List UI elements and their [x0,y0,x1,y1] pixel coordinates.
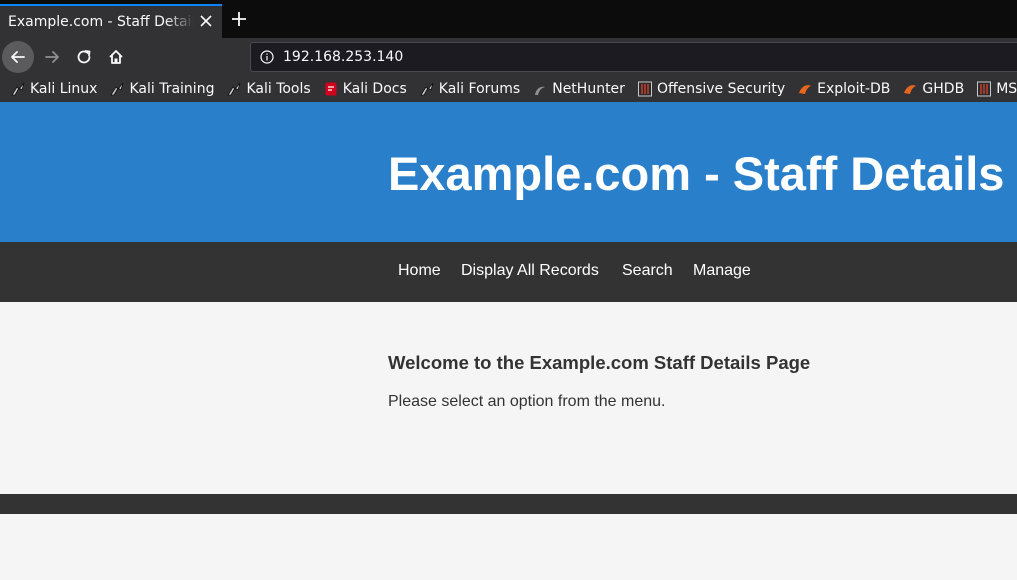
exploit-db-icon [902,81,918,97]
web-page: Example.com - Staff Details Home Display… [0,102,1017,580]
site-title: Example.com - Staff Details [388,147,1005,200]
kali-dragon-icon [10,81,26,97]
back-button[interactable] [2,41,34,73]
nav-toolbar: 192.168.253.140 [0,38,1017,76]
close-tab-icon[interactable] [198,13,214,29]
home-button[interactable] [100,41,132,73]
forward-arrow-icon [45,51,59,63]
bookmark-item[interactable]: Kali Tools [226,81,311,97]
bookmarks-bar: Kali Linux Kali Training Kali Tools Kali Do… [0,76,1017,102]
site-info-icon[interactable] [260,50,274,64]
bookmark-label: Kali Training [129,81,215,97]
bookmark-item[interactable]: Kali Docs [323,81,407,97]
kali-docs-icon [323,81,339,97]
bookmark-label: NetHunter [552,81,625,97]
nav-link-home[interactable]: Home [398,262,441,280]
bookmark-label: Kali Forums [438,81,521,97]
kali-dragon-icon [109,81,125,97]
bookmark-label: MSFU [996,81,1017,97]
kali-dragon-icon [226,81,242,97]
bookmark-label: Kali Linux [30,81,98,97]
tab-strip: Example.com - Staff Details [0,0,1017,38]
site-header: Example.com - Staff Details [0,102,1017,242]
welcome-text: Please select an option from the menu. [388,393,666,410]
bookmark-label: Kali Tools [246,81,311,97]
nethunter-icon [532,81,548,97]
nav-link-search[interactable]: Search [622,262,673,280]
back-arrow-icon [11,51,25,63]
bookmark-item[interactable]: Kali Forums [419,81,520,97]
reload-icon [77,50,91,64]
reload-button[interactable] [68,41,100,73]
main-content: Welcome to the Example.com Staff Details… [388,352,810,411]
bookmark-item[interactable]: NetHunter [532,81,625,97]
home-icon [109,50,123,64]
url-bar[interactable]: 192.168.253.140 [250,42,1017,72]
new-tab-icon[interactable] [230,10,248,28]
bookmark-item[interactable]: Exploit-DB [797,81,890,97]
offsec-icon [976,81,992,97]
site-footer [0,494,1017,514]
bookmark-item[interactable]: GHDB [902,81,964,97]
welcome-heading: Welcome to the Example.com Staff Details… [388,352,811,373]
bookmark-label: GHDB [922,81,965,97]
bookmark-item[interactable]: Kali Training [109,81,214,97]
browser-tab[interactable]: Example.com - Staff Details [0,4,222,38]
url-text[interactable]: 192.168.253.140 [283,49,403,65]
bookmark-item[interactable]: Offensive Security [637,81,785,97]
offsec-icon [637,81,653,97]
bookmark-label: Kali Docs [342,81,407,97]
forward-button[interactable] [36,41,68,73]
bookmark-item[interactable]: Kali Linux [10,81,97,97]
kali-dragon-icon [419,81,435,97]
exploit-db-icon [797,81,813,97]
bookmark-item[interactable]: MSFU [976,81,1017,97]
nav-link-manage[interactable]: Manage [693,262,751,280]
bookmark-label: Offensive Security [656,81,786,97]
nav-link-display-all-records[interactable]: Display All Records [461,262,599,280]
site-menu: Home Display All Records Search Manage [0,242,1017,302]
tab-title: Example.com - Staff Details [8,14,194,30]
bookmark-label: Exploit-DB [817,81,891,97]
